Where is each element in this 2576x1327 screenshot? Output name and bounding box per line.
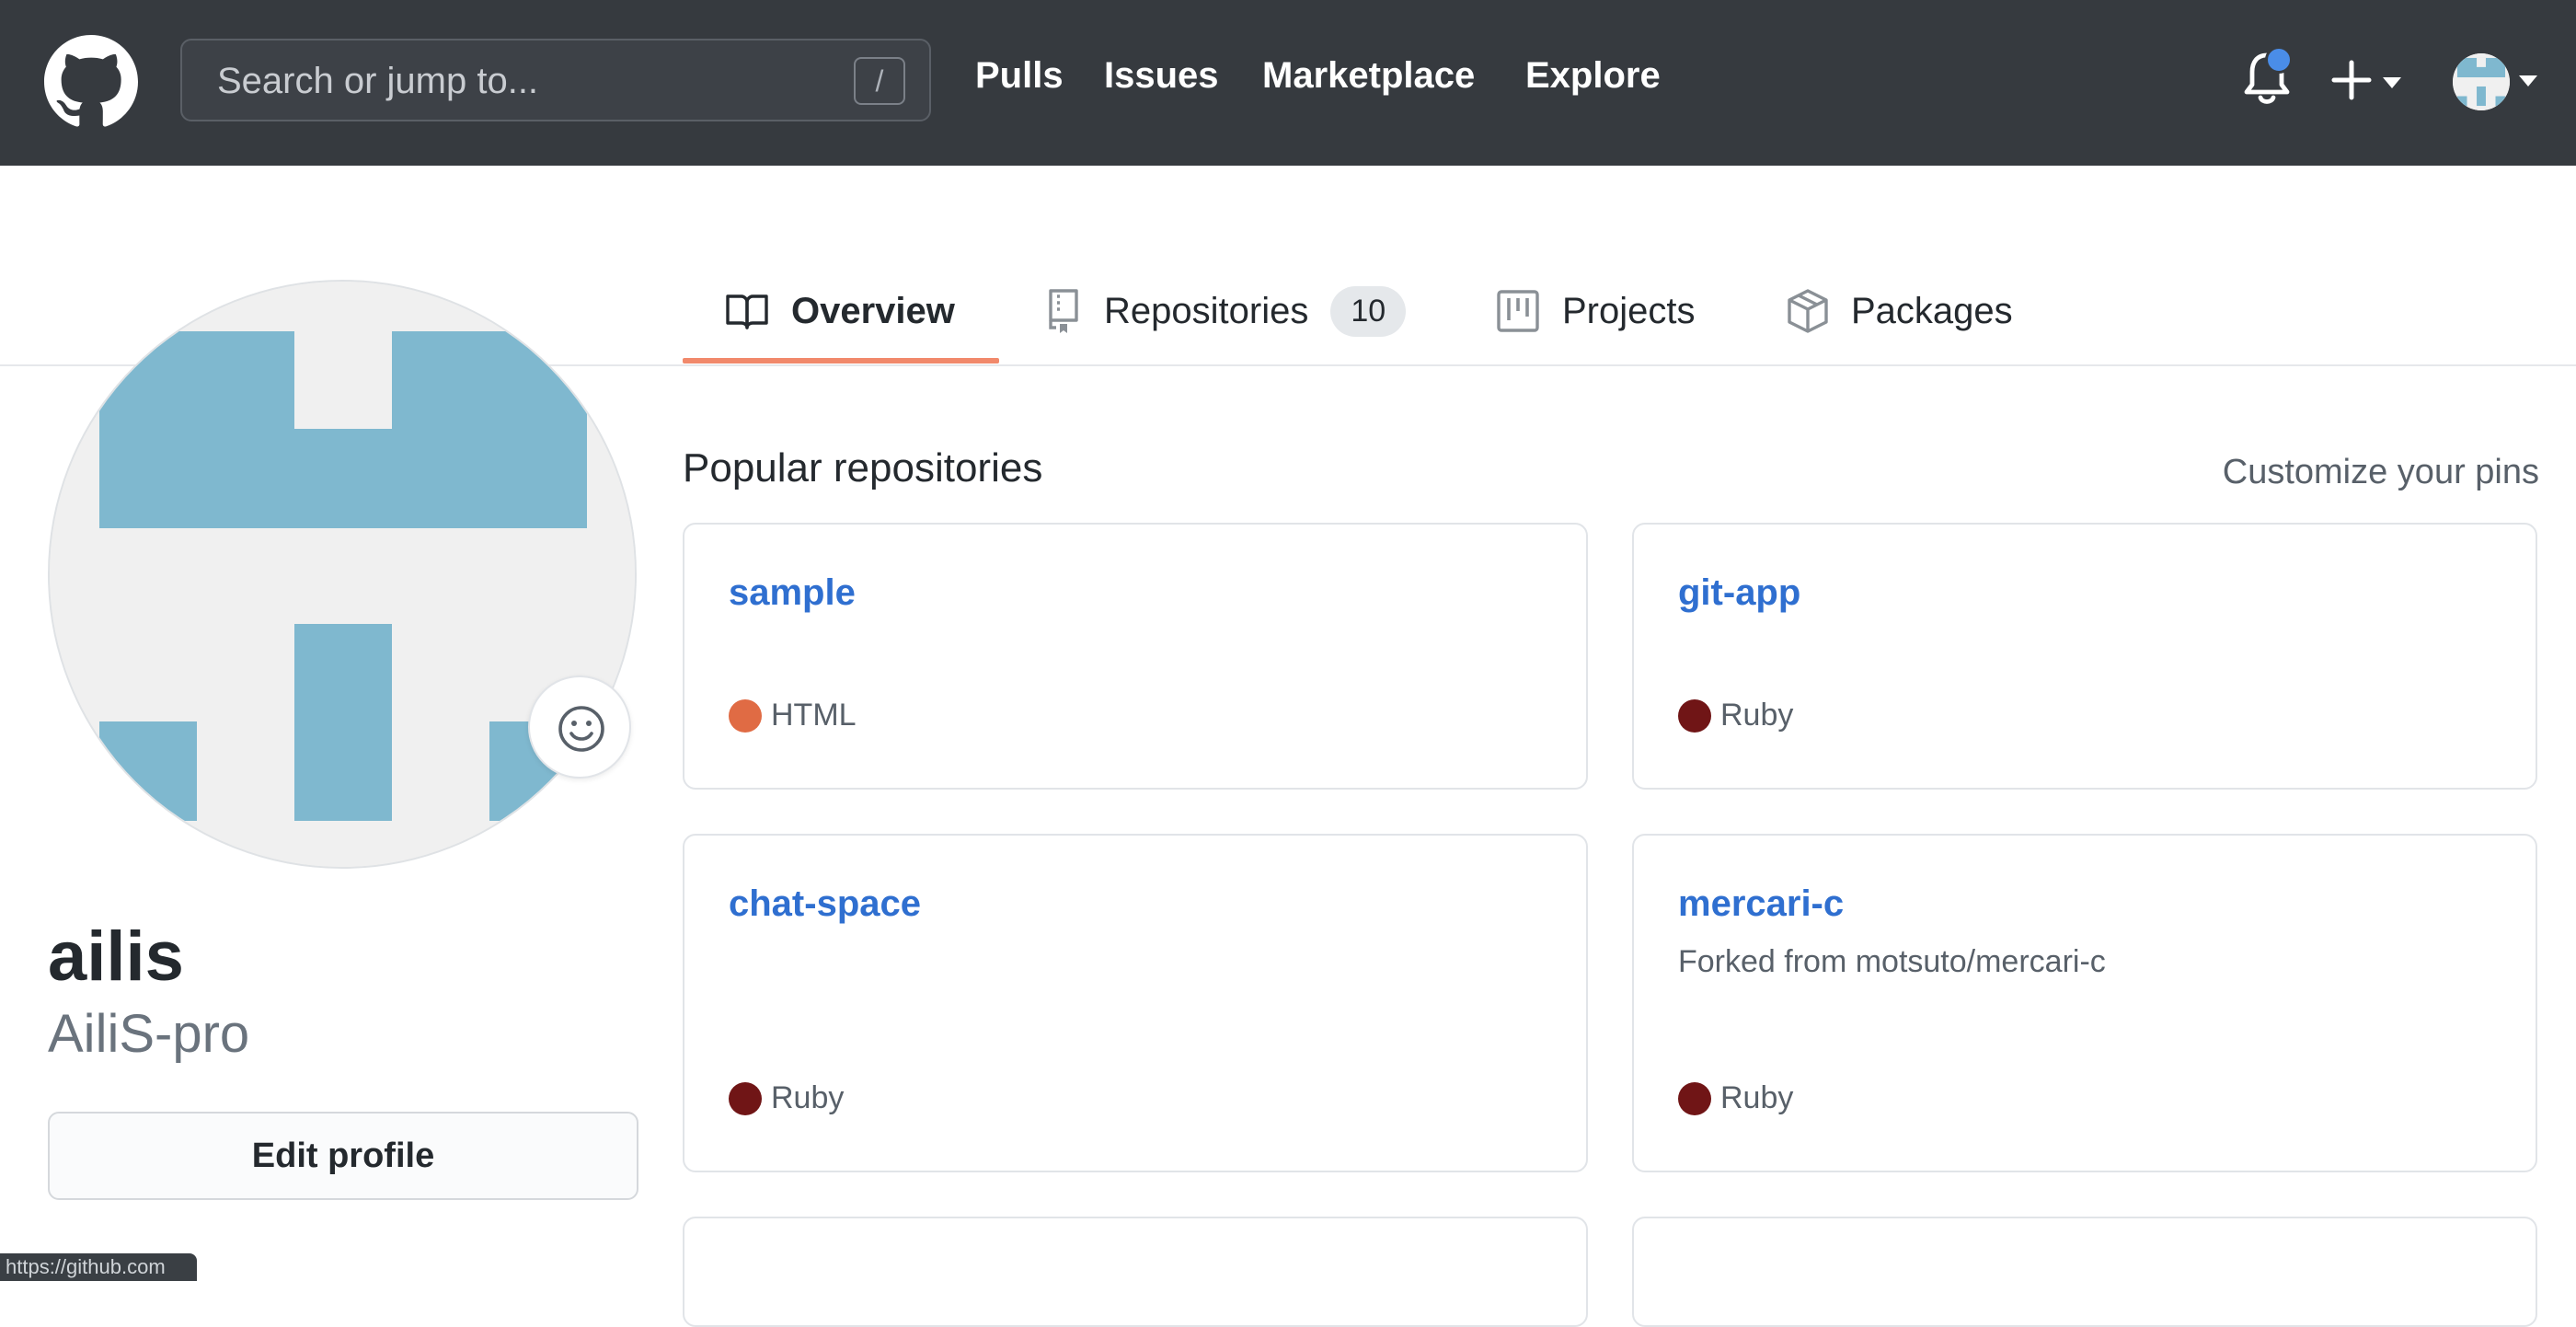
language-color-dot: [1678, 1081, 1711, 1115]
repo-language: Ruby: [1678, 1080, 1793, 1116]
pinned-repo-card: git-app Ruby: [1632, 523, 2537, 790]
smiley-icon: [558, 706, 604, 752]
nav-link-issues[interactable]: Issues: [1104, 55, 1219, 97]
repo-link-mercari-c[interactable]: mercari-c: [1678, 883, 1844, 925]
repo-icon: [1049, 289, 1078, 333]
tab-packages[interactable]: Packages: [1787, 258, 2013, 364]
package-icon: [1788, 289, 1828, 333]
global-header: Search or jump to... / Pulls Issues Mark…: [0, 0, 2576, 166]
tab-packages-label: Packages: [1851, 290, 2013, 331]
nav-link-pulls[interactable]: Pulls: [975, 55, 1064, 97]
pinned-repo-card: [683, 1217, 1588, 1327]
popular-repositories-heading: Popular repositories: [683, 445, 1043, 490]
tab-projects[interactable]: Projects: [1496, 258, 1696, 364]
repo-link-sample[interactable]: sample: [729, 572, 856, 614]
repo-link-chat-space[interactable]: chat-space: [729, 883, 921, 925]
create-new-plus-icon[interactable]: [2331, 48, 2409, 112]
edit-profile-button[interactable]: Edit profile: [48, 1112, 638, 1200]
search-input[interactable]: Search or jump to... /: [180, 39, 931, 121]
tab-repositories[interactable]: Repositories 10: [1045, 258, 1407, 364]
pinned-repo-card: [1632, 1217, 2537, 1327]
language-label: Ruby: [1720, 698, 1794, 733]
tab-repositories-label: Repositories: [1104, 290, 1309, 331]
nav-link-explore[interactable]: Explore: [1525, 55, 1661, 97]
repo-language: Ruby: [1678, 698, 1793, 733]
book-icon: [726, 294, 768, 329]
tab-projects-label: Projects: [1562, 290, 1696, 331]
language-label: Ruby: [771, 1080, 845, 1115]
customize-pins-link[interactable]: Customize your pins: [2223, 453, 2539, 492]
profile-fullname: ailis: [48, 917, 184, 996]
nav-link-marketplace[interactable]: Marketplace: [1262, 55, 1475, 97]
user-avatar[interactable]: [2453, 53, 2510, 110]
language-color-dot: [729, 698, 762, 733]
search-placeholder: Search or jump to...: [217, 61, 539, 101]
pinned-repo-card: sample HTML: [683, 523, 1588, 790]
repositories-count-badge: 10: [1330, 285, 1407, 337]
repo-language: HTML: [729, 698, 857, 733]
github-logo-icon[interactable]: [44, 35, 138, 129]
link-preview-statusbar: https://github.com: [0, 1253, 197, 1281]
project-icon: [1497, 290, 1539, 332]
tab-overview-label: Overview: [791, 290, 955, 331]
pinned-repo-card: chat-space Ruby: [683, 834, 1588, 1172]
language-label: Ruby: [1720, 1080, 1794, 1115]
language-color-dot: [729, 1081, 762, 1115]
language-color-dot: [1678, 698, 1711, 733]
notification-indicator: [2265, 46, 2293, 74]
pinned-repo-card: mercari-c Forked from motsuto/mercari-c …: [1632, 834, 2537, 1172]
profile-username: AiliS-pro: [48, 1004, 250, 1064]
set-status-button[interactable]: [528, 675, 631, 779]
repo-link-git-app[interactable]: git-app: [1678, 572, 1800, 614]
repo-language: Ruby: [729, 1080, 844, 1116]
search-shortcut-key: /: [854, 57, 905, 105]
profile-avatar[interactable]: [48, 280, 637, 869]
language-label: HTML: [771, 698, 857, 733]
user-menu-caret-icon[interactable]: [2519, 75, 2537, 87]
repo-fork-note: Forked from motsuto/mercari-c: [1678, 944, 2106, 979]
tab-overview[interactable]: Overview: [725, 258, 955, 364]
active-tab-indicator: [683, 358, 999, 363]
